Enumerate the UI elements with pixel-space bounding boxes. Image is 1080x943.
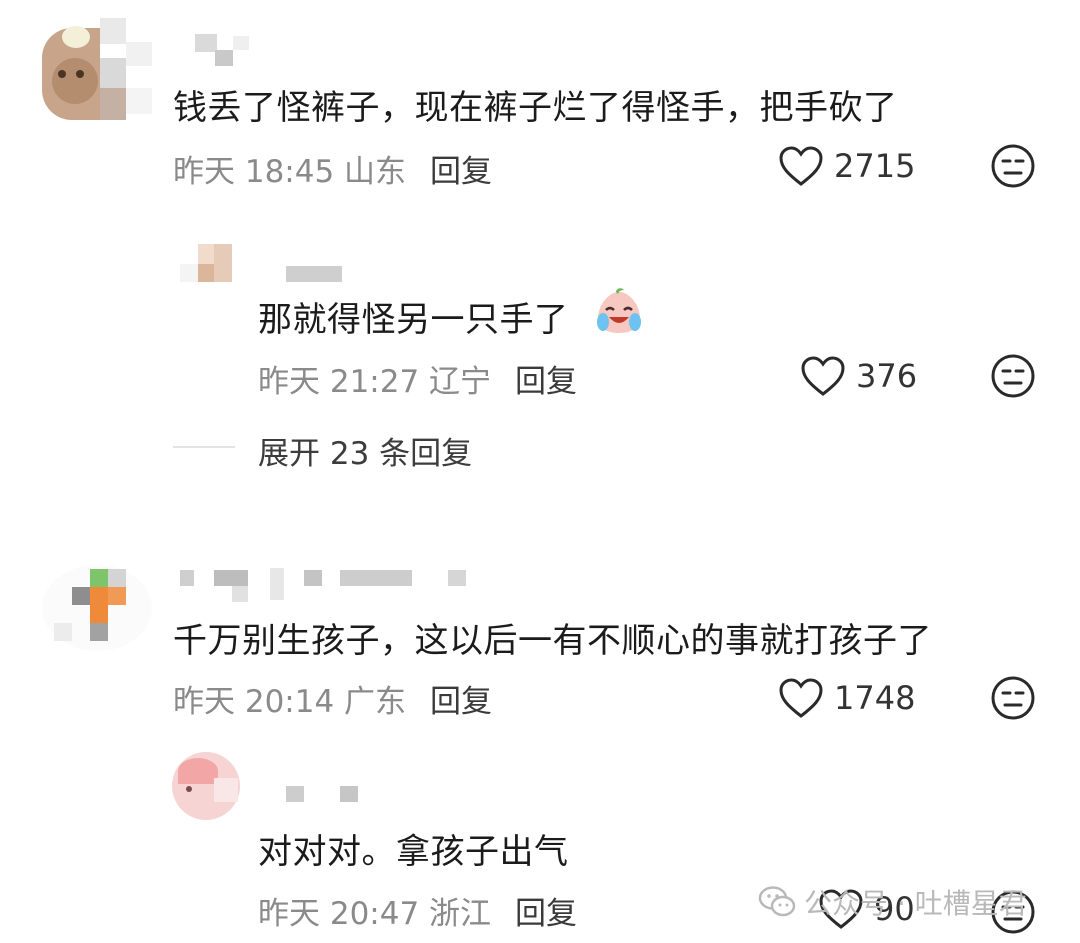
- comment-text: 钱丢了怪裤子，现在裤子烂了得怪手，把手砍了: [173, 88, 898, 128]
- reply-meta: 昨天 21:27 辽宁 回复: [258, 356, 577, 401]
- dislike-face-icon[interactable]: [990, 143, 1036, 189]
- heart-outline-icon: [779, 678, 823, 718]
- commenter-avatar[interactable]: [42, 565, 152, 651]
- like-button[interactable]: 376: [800, 352, 917, 400]
- reply-button[interactable]: 回复: [430, 154, 492, 190]
- heart-outline-icon: [801, 356, 845, 396]
- watermark-text: 公众号 · 吐槽星君: [804, 887, 1027, 920]
- dislike-face-icon[interactable]: [990, 675, 1036, 721]
- reply-text: 对对对。拿孩子出气: [258, 832, 569, 872]
- expand-replies-button[interactable]: 展开 23 条回复: [258, 428, 472, 473]
- comment-meta: 昨天 18:45 山东 回复: [173, 146, 492, 191]
- comment-meta: 昨天 20:14 广东 回复: [173, 676, 492, 721]
- reply-name-blurred[interactable]: [286, 266, 342, 282]
- like-count: 1748: [834, 679, 916, 717]
- reply-button[interactable]: 回复: [430, 684, 492, 720]
- reply-avatar[interactable]: [172, 752, 252, 820]
- wechat-icon: [758, 886, 796, 917]
- heart-outline-icon: [779, 146, 823, 186]
- comment-text: 千万别生孩子，这以后一有不顺心的事就打孩子了: [173, 621, 932, 661]
- reply-date-location: 昨天 20:47 浙江: [258, 896, 492, 932]
- like-button[interactable]: 2715: [778, 142, 915, 190]
- like-button[interactable]: 1748: [778, 674, 915, 722]
- reply-text: 那就得怪另一只手了: [258, 300, 569, 340]
- dislike-face-icon[interactable]: [990, 353, 1036, 399]
- reply-date-location: 昨天 21:27 辽宁: [258, 364, 492, 400]
- reply-meta: 昨天 20:47 浙江 回复: [258, 888, 577, 933]
- watermark: 公众号 · 吐槽星君: [758, 882, 1027, 922]
- comment-date-location: 昨天 20:14 广东: [173, 684, 407, 720]
- reply-avatar[interactable]: [178, 240, 248, 286]
- reply-button[interactable]: 回复: [515, 364, 577, 400]
- crying-laughing-emoji-icon: [597, 288, 641, 333]
- reply-button[interactable]: 回复: [515, 896, 577, 932]
- comment-date-location: 昨天 18:45 山东: [173, 154, 407, 190]
- commenter-avatar[interactable]: [42, 18, 152, 128]
- expand-divider: [173, 446, 235, 448]
- like-count: 2715: [834, 147, 916, 185]
- like-count: 376: [856, 357, 918, 395]
